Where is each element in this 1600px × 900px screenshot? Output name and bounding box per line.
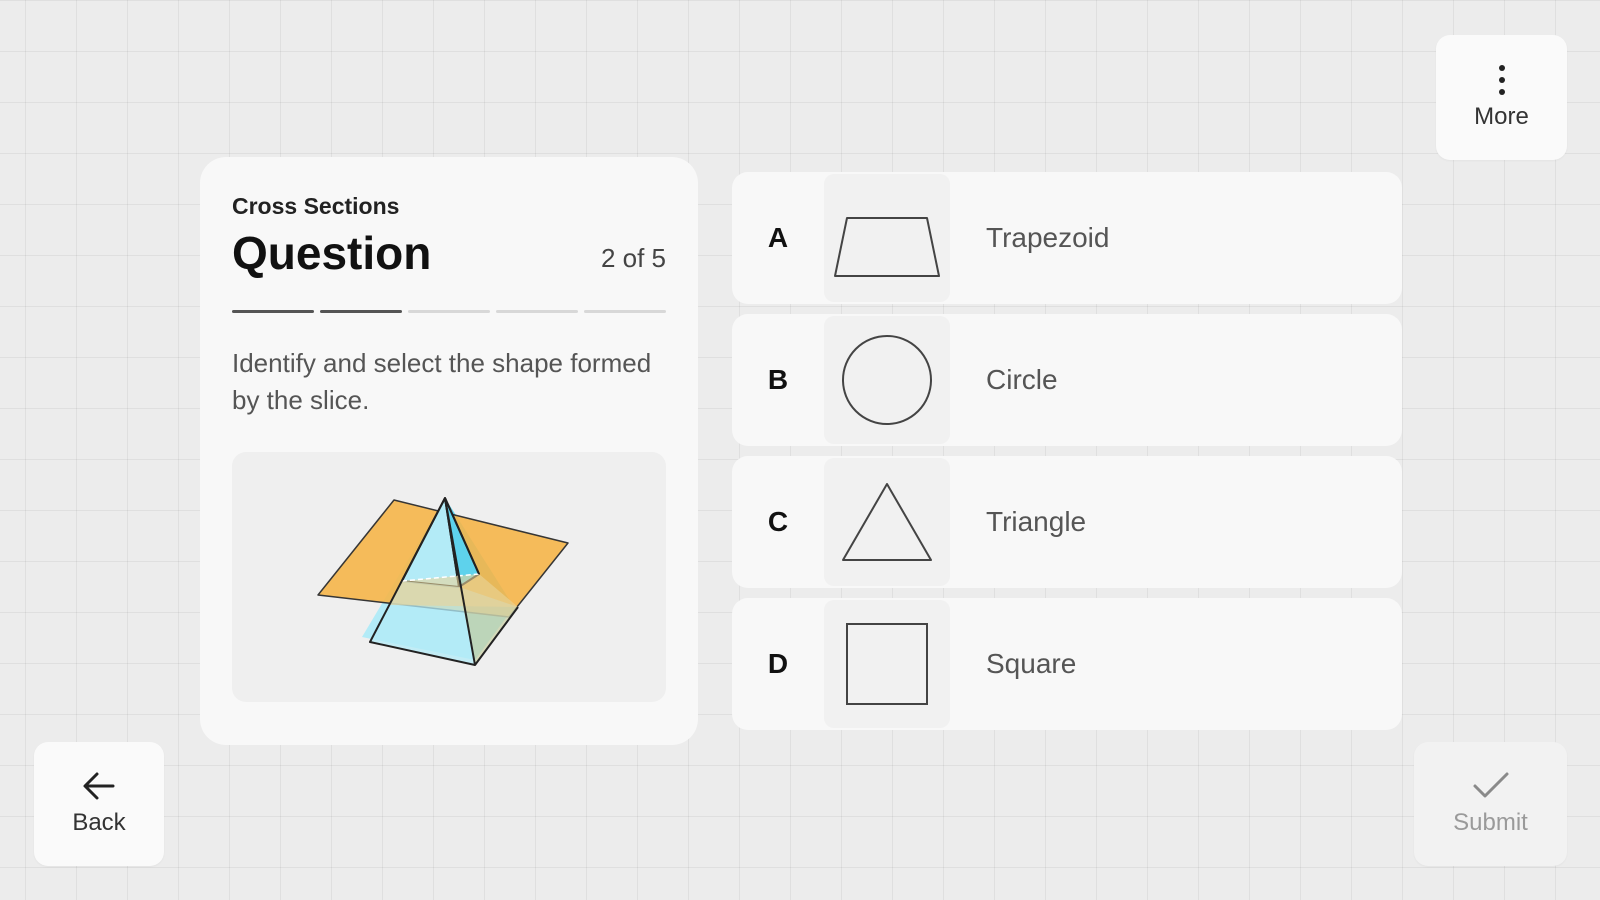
progress-segment bbox=[496, 310, 578, 313]
shape-tile bbox=[824, 316, 950, 444]
option-letter: B bbox=[767, 364, 789, 395]
page-title: Question bbox=[232, 227, 432, 279]
trapezoid-icon bbox=[834, 217, 940, 277]
square-icon bbox=[846, 623, 928, 705]
option-letter: A bbox=[767, 222, 789, 253]
question-card: Cross Sections Question 2 of 5 Identify … bbox=[200, 157, 698, 745]
option-label: Circle bbox=[986, 364, 1058, 395]
answer-options: A Trapezoid B Circle C Triangle D Square bbox=[732, 172, 1402, 740]
question-counter: 2 of 5 bbox=[600, 243, 666, 273]
figure-box bbox=[232, 452, 666, 702]
more-icon bbox=[1498, 64, 1505, 95]
progress-segment bbox=[584, 310, 666, 313]
circle-icon bbox=[842, 335, 932, 425]
topic-label: Cross Sections bbox=[232, 193, 400, 219]
submit-label: Submit bbox=[1453, 809, 1528, 836]
option-label: Trapezoid bbox=[986, 222, 1110, 253]
option-letter: D bbox=[767, 648, 789, 679]
option-label: Triangle bbox=[986, 506, 1087, 537]
progress-segment bbox=[320, 310, 402, 313]
back-button[interactable]: Back bbox=[34, 742, 164, 866]
arrow-left-icon bbox=[83, 772, 115, 800]
progress-bar bbox=[232, 310, 666, 313]
question-prompt: Identify and select the shape formed by … bbox=[232, 348, 652, 415]
back-label: Back bbox=[72, 809, 126, 836]
option-label: Square bbox=[986, 648, 1077, 679]
progress-segment bbox=[232, 310, 314, 313]
shape-tile bbox=[824, 174, 950, 302]
more-label: More bbox=[1474, 102, 1529, 130]
option-a[interactable]: A Trapezoid bbox=[732, 172, 1402, 304]
option-letter: C bbox=[767, 506, 789, 537]
progress-segment bbox=[408, 310, 490, 313]
option-c[interactable]: C Triangle bbox=[732, 456, 1402, 588]
option-d[interactable]: D Square bbox=[732, 598, 1402, 730]
more-button[interactable]: More bbox=[1436, 35, 1567, 160]
triangle-icon bbox=[842, 483, 932, 561]
shape-tile bbox=[824, 600, 950, 728]
option-b[interactable]: B Circle bbox=[732, 314, 1402, 446]
submit-button[interactable]: Submit bbox=[1414, 742, 1567, 866]
pyramid-slice-figure bbox=[317, 497, 569, 666]
checkmark-icon bbox=[1473, 772, 1508, 798]
title-row: Question 2 of 5 bbox=[232, 230, 666, 276]
shape-tile bbox=[824, 458, 950, 586]
